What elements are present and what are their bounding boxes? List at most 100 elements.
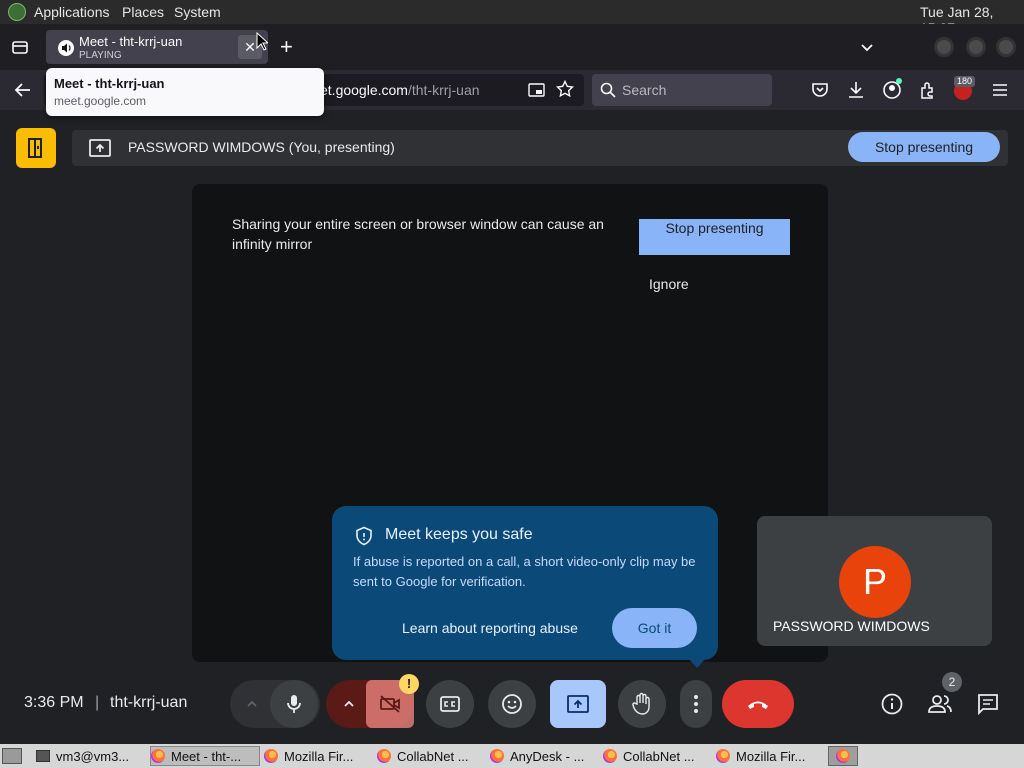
present-screen-icon [88, 138, 112, 158]
account-status-dot [896, 78, 902, 84]
terminal-icon [36, 750, 50, 762]
bookmark-star-icon[interactable] [555, 79, 575, 98]
search-input[interactable]: Search [592, 74, 772, 106]
back-arrow-icon[interactable] [12, 80, 34, 100]
self-name-label: PASSWORD WIMDOWS [773, 618, 930, 634]
taskbar-item-collabnet-2[interactable]: CollabNet ... [603, 746, 713, 766]
meet-safety-card: Meet keeps you safe If abuse is reported… [332, 506, 718, 668]
chat-icon[interactable] [976, 692, 1000, 716]
ignore-button[interactable]: Ignore [649, 276, 689, 292]
avatar: P [839, 546, 911, 618]
people-icon[interactable] [927, 692, 953, 716]
reactions-button[interactable] [488, 680, 536, 728]
firefox-icon [151, 749, 165, 763]
url-path: /tht-krrj-uan [407, 82, 480, 98]
present-now-button[interactable] [550, 680, 606, 728]
infinity-mirror-warning: Sharing your entire screen or browser wi… [232, 216, 604, 252]
os-taskbar: vm3@vm3... Meet - tht-... Mozilla Fir...… [0, 744, 1024, 768]
card-pointer [688, 658, 706, 668]
taskbar-item-terminal[interactable]: vm3@vm3... [36, 746, 146, 766]
hang-up-icon [748, 701, 768, 709]
firefox-icon [264, 749, 278, 763]
present-screen-icon [567, 695, 589, 713]
firefox-icon [836, 749, 850, 763]
taskbar-item-label: AnyDesk - ... [510, 748, 585, 764]
new-tab-button[interactable]: + [280, 34, 293, 60]
search-placeholder: Search [622, 82, 667, 98]
more-options-button[interactable] [680, 680, 712, 728]
self-view-tile[interactable]: P PASSWORD WIMDOWS [757, 516, 992, 646]
safety-body: If abuse is reported on a call, a short … [353, 554, 696, 589]
presenting-label: PASSWORD WIMDOWS (You, presenting) [128, 139, 395, 155]
taskbar-item-label: CollabNet ... [397, 748, 469, 764]
speaker-icon[interactable] [58, 40, 74, 56]
tab-meet[interactable]: Meet - tht-krrj-uan PLAYING ✕ [46, 30, 268, 64]
presenting-banner: PASSWORD WIMDOWS (You, presenting) Stop … [72, 130, 1008, 166]
picture-in-picture-icon[interactable] [528, 82, 546, 98]
firefox-icon [603, 749, 617, 763]
meet-page: PASSWORD WIMDOWS (You, presenting) Stop … [0, 110, 1024, 744]
extensions-icon[interactable] [918, 80, 938, 100]
places-menu[interactable]: Places [122, 4, 164, 20]
system-menu[interactable]: System [174, 4, 221, 20]
firefox-icon [716, 749, 730, 763]
tab-title: Meet - tht-krrj-uan [79, 34, 183, 49]
safety-title: Meet keeps you safe [385, 526, 533, 543]
taskbar-item-label: CollabNet ... [623, 748, 695, 764]
search-icon [600, 82, 616, 98]
taskbar-item-collabnet[interactable]: CollabNet ... [377, 746, 487, 766]
microphone-button[interactable] [270, 680, 318, 728]
captions-button[interactable] [426, 680, 474, 728]
stop-presenting-button[interactable]: Stop presenting [848, 132, 1000, 162]
audio-options-chevron-icon[interactable] [244, 696, 260, 712]
video-off-icon [380, 695, 400, 713]
raise-hand-button[interactable] [618, 680, 666, 728]
taskbar-item-label: Mozilla Fir... [736, 748, 806, 764]
microphone-icon [287, 695, 301, 713]
distro-logo-icon[interactable] [8, 3, 26, 21]
taskbar-item-firefox[interactable]: Mozilla Fir... [264, 746, 374, 766]
firefox-icon [490, 749, 504, 763]
more-vert-icon [694, 695, 698, 713]
downloads-icon[interactable] [846, 80, 866, 100]
taskbar-item-meet[interactable]: Meet - tht-... [150, 746, 260, 766]
url-text[interactable]: et.google.com/tht-krrj-uan [320, 82, 480, 98]
meeting-controls-bar: 3:36 PM | tht-krrj-uan ! 2 [0, 670, 1024, 740]
tooltip-title: Meet - tht-krrj-uan [54, 76, 165, 91]
tab-status: PLAYING [79, 50, 122, 61]
taskbar-item-firefox-3[interactable] [828, 746, 858, 766]
taskbar-item-label: vm3@vm3... [56, 748, 130, 764]
pocket-icon[interactable] [810, 80, 830, 100]
taskbar-item-anydesk[interactable]: AnyDesk - ... [490, 746, 600, 766]
leave-call-button[interactable] [722, 680, 794, 728]
tab-overview-icon[interactable] [10, 38, 30, 56]
companion-mode-icon[interactable] [16, 128, 56, 168]
emoji-icon [502, 694, 522, 714]
close-window-button[interactable] [996, 37, 1016, 57]
raise-hand-icon [632, 692, 650, 715]
extension-badge: 180 [954, 76, 976, 87]
learn-reporting-abuse-link[interactable]: Learn about reporting abuse [402, 620, 578, 636]
taskbar-item-label: Meet - tht-... [171, 748, 242, 764]
video-options-chevron-icon[interactable] [341, 696, 357, 712]
hamburger-menu-icon[interactable] [990, 80, 1010, 100]
got-it-button[interactable]: Got it [612, 608, 697, 648]
meeting-code: tht-krrj-uan [110, 694, 188, 711]
show-desktop-icon[interactable] [2, 748, 22, 764]
taskbar-item-firefox-2[interactable]: Mozilla Fir... [716, 746, 826, 766]
meeting-time: 3:36 PM [24, 694, 84, 711]
meeting-details-info-icon[interactable] [880, 692, 904, 716]
os-top-panel: Applications Places System Tue Jan 28, 1… [0, 0, 1024, 36]
list-all-tabs-icon[interactable] [858, 38, 876, 56]
minimize-window-button[interactable] [934, 37, 954, 57]
captions-icon [440, 696, 460, 712]
maximize-window-button[interactable] [966, 37, 986, 57]
tooltip-url: meet.google.com [54, 94, 147, 108]
applications-menu[interactable]: Applications [34, 4, 110, 20]
mouse-cursor-icon [256, 31, 270, 52]
stop-presenting-inline-button[interactable]: Stop presenting [639, 219, 790, 255]
taskbar-item-label: Mozilla Fir... [284, 748, 354, 764]
warning-badge: ! [399, 674, 419, 694]
firefox-icon [377, 749, 391, 763]
people-count-badge: 2 [942, 672, 962, 692]
